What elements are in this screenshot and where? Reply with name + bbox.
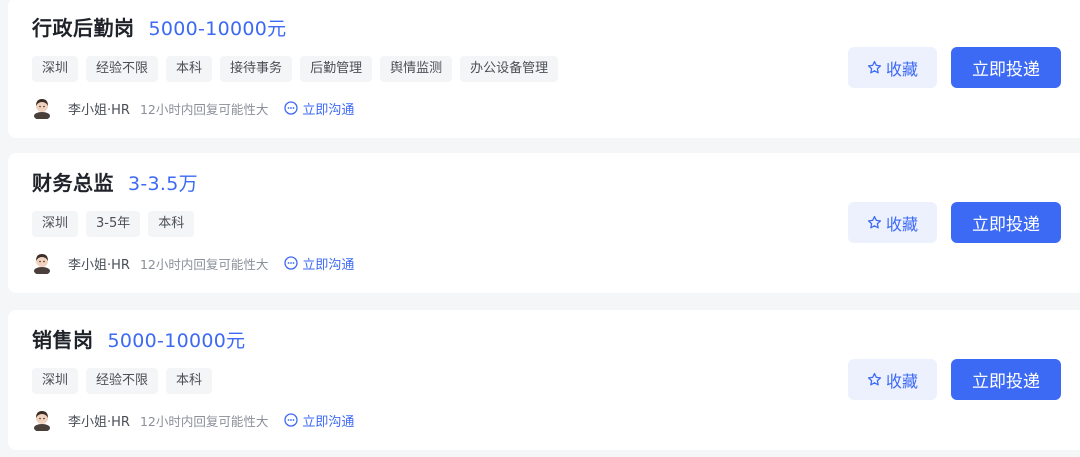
job-title-row: 财务总监 3-3.5万 — [32, 167, 198, 196]
hr-info-row: 李小姐·HR 12小时内回复可能性大 立即沟通 — [32, 97, 354, 120]
job-tag: 经验不限 — [86, 56, 159, 82]
job-tag: 本科 — [166, 56, 213, 82]
job-tag: 舆情监测 — [380, 56, 453, 82]
job-title[interactable]: 财务总监 — [32, 167, 114, 196]
job-card[interactable]: 财务总监 3-3.5万 深圳 3-5年 本科 李小姐·HR 12小时内回复可能性… — [8, 153, 1080, 293]
job-tag: 后勤管理 — [300, 56, 373, 82]
star-icon — [867, 215, 882, 229]
apply-button[interactable]: 立即投递 — [951, 47, 1061, 88]
job-salary: 5000-10000元 — [148, 18, 287, 40]
collect-label: 收藏 — [885, 214, 918, 234]
job-tags: 深圳 经验不限 本科 接待事务 后勤管理 舆情监测 办公设备管理 — [32, 56, 559, 82]
job-tag: 深圳 — [32, 368, 79, 394]
hr-name: 李小姐·HR — [68, 102, 130, 118]
job-card[interactable]: 行政后勤岗 5000-10000元 深圳 经验不限 本科 接待事务 后勤管理 舆… — [8, 0, 1080, 138]
reply-hint: 12小时内回复可能性大 — [139, 413, 269, 429]
job-tag: 办公设备管理 — [460, 56, 559, 82]
chat-now-link[interactable]: 立即沟通 — [284, 99, 354, 118]
chat-bubble-icon — [284, 256, 299, 270]
hr-info-row: 李小姐·HR 12小时内回复可能性大 立即沟通 — [32, 409, 354, 432]
job-title[interactable]: 行政后勤岗 — [32, 12, 135, 41]
job-card[interactable]: 销售岗 5000-10000元 深圳 经验不限 本科 李小姐·HR 12小时内回… — [8, 310, 1080, 450]
star-icon — [867, 372, 882, 386]
collect-button[interactable]: 收藏 — [848, 202, 937, 243]
collect-label: 收藏 — [885, 371, 918, 391]
job-title-row: 行政后勤岗 5000-10000元 — [32, 12, 286, 41]
job-list: 行政后勤岗 5000-10000元 深圳 经验不限 本科 接待事务 后勤管理 舆… — [0, 0, 1080, 457]
job-title[interactable]: 销售岗 — [32, 324, 94, 353]
apply-button[interactable]: 立即投递 — [951, 359, 1061, 400]
job-salary: 5000-10000元 — [107, 330, 246, 352]
hr-avatar — [32, 409, 52, 432]
job-tag: 本科 — [148, 211, 195, 237]
job-tags: 深圳 经验不限 本科 — [32, 368, 213, 394]
collect-label: 收藏 — [885, 59, 918, 79]
job-tag: 接待事务 — [220, 56, 293, 82]
job-tags: 深圳 3-5年 本科 — [32, 211, 195, 237]
chat-now-link[interactable]: 立即沟通 — [284, 411, 354, 430]
collect-button[interactable]: 收藏 — [848, 359, 937, 400]
job-salary: 3-3.5万 — [128, 173, 198, 195]
hr-avatar — [32, 252, 52, 275]
chat-bubble-icon — [284, 413, 299, 427]
job-tag: 经验不限 — [86, 368, 159, 394]
star-icon — [867, 60, 882, 74]
job-tag: 深圳 — [32, 56, 79, 82]
reply-hint: 12小时内回复可能性大 — [139, 101, 269, 117]
chat-now-label: 立即沟通 — [302, 414, 355, 430]
hr-name: 李小姐·HR — [68, 414, 130, 430]
chat-now-link[interactable]: 立即沟通 — [284, 254, 354, 273]
job-tag: 本科 — [166, 368, 213, 394]
hr-info-row: 李小姐·HR 12小时内回复可能性大 立即沟通 — [32, 252, 354, 275]
hr-avatar — [32, 97, 52, 120]
hr-name: 李小姐·HR — [68, 257, 130, 273]
chat-now-label: 立即沟通 — [302, 102, 355, 118]
collect-button[interactable]: 收藏 — [848, 47, 937, 88]
job-title-row: 销售岗 5000-10000元 — [32, 324, 245, 353]
job-tag: 深圳 — [32, 211, 79, 237]
job-tag: 3-5年 — [86, 211, 141, 237]
chat-now-label: 立即沟通 — [302, 257, 355, 273]
chat-bubble-icon — [284, 101, 299, 115]
reply-hint: 12小时内回复可能性大 — [139, 256, 269, 272]
apply-button[interactable]: 立即投递 — [951, 202, 1061, 243]
